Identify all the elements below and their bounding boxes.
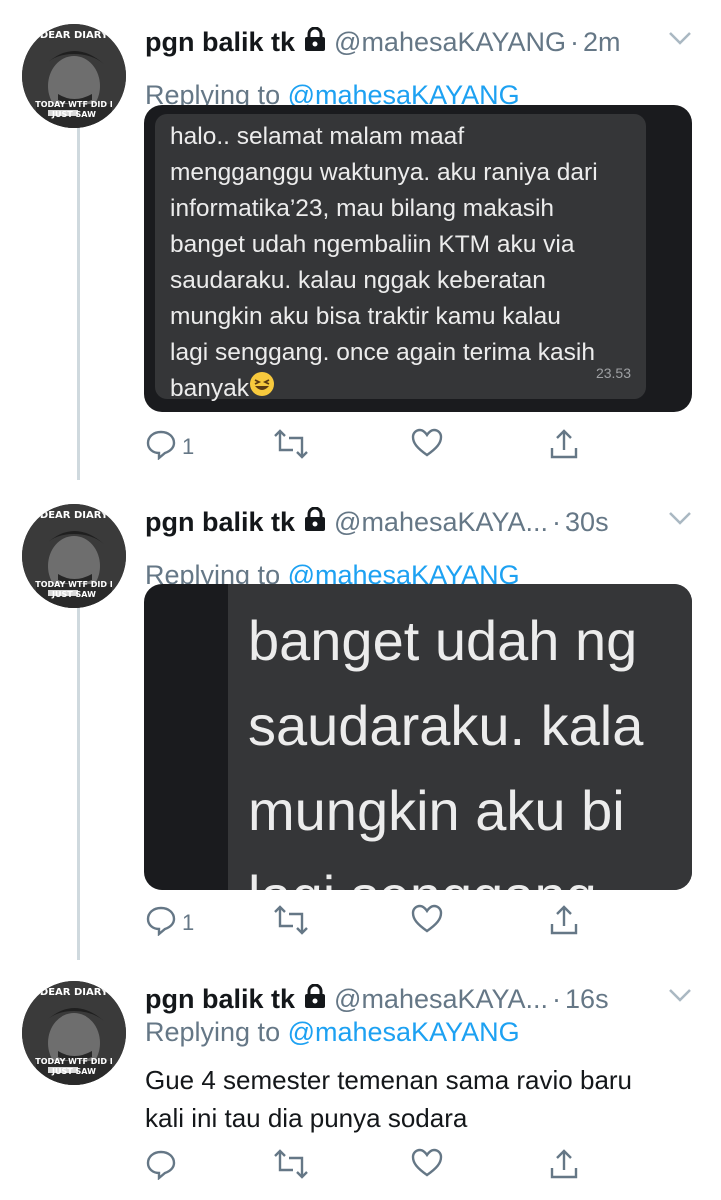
username[interactable]: @mahesaKAYA... (334, 984, 548, 1015)
heart-icon (411, 1148, 443, 1184)
tweet-actions: 1 (145, 904, 585, 940)
reply-count: 1 (182, 434, 195, 459)
tweet-header: pgn balik tk @mahesaKAYANG · 2m (145, 20, 621, 64)
display-name[interactable]: pgn balik tk (145, 984, 295, 1015)
avatar-caption-top: DEAR DIARY (39, 30, 109, 41)
mention-link[interactable]: @mahesaKAYANG (288, 1017, 520, 1047)
tweet[interactable]: DEAR DIARY TODAY WTF DID I JUST SAW pgn … (0, 20, 721, 480)
timestamp[interactable]: 30s (565, 507, 609, 538)
display-name[interactable]: pgn balik tk (145, 27, 295, 58)
chat-message-text: halo.. selamat malam maaf mengganggu wak… (170, 119, 640, 408)
tweet-text: Gue 4 semester temenan sama ravio baru k… (145, 1065, 633, 1133)
like-button[interactable] (411, 1148, 443, 1184)
separator-dot: · (552, 506, 562, 537)
retweet-button[interactable] (273, 904, 309, 942)
retweet-button[interactable] (273, 428, 309, 466)
share-icon (549, 904, 579, 942)
reply-icon (145, 904, 177, 942)
chat-bubble: halo.. selamat malam maaf mengganggu wak… (155, 114, 646, 402)
share-button[interactable] (549, 904, 579, 942)
chevron-down-icon[interactable] (667, 508, 693, 533)
username[interactable]: @mahesaKAYA... (334, 507, 548, 538)
avatar-caption-top: DEAR DIARY (39, 987, 109, 998)
grinning-squinting-face-emoji (249, 371, 275, 408)
heart-icon (411, 904, 443, 940)
avatar[interactable]: DEAR DIARY TODAY WTF DID I JUST SAW (22, 981, 126, 1085)
avatar-caption-bottom: TODAY WTF DID I JUST SAW (35, 580, 113, 599)
lock-icon (304, 983, 326, 1015)
tweet-actions (145, 1148, 585, 1184)
reply-button[interactable] (145, 1148, 182, 1186)
lock-icon (304, 506, 326, 538)
like-button[interactable] (411, 904, 443, 940)
chat-message-body: halo.. selamat malam maaf mengganggu wak… (170, 123, 598, 402)
chevron-down-icon[interactable] (667, 28, 693, 53)
separator-dot: · (570, 26, 580, 57)
separator-dot: · (552, 983, 562, 1014)
share-icon (549, 1148, 579, 1186)
retweet-icon (273, 428, 309, 466)
chat-timestamp: 23.53 (595, 365, 631, 381)
reply-button[interactable]: 1 (145, 904, 194, 942)
tweet-image[interactable]: banget udah ng saudaraku. kala mungkin a… (144, 584, 692, 890)
avatar-caption-top: DEAR DIARY (39, 510, 109, 521)
chevron-down-icon[interactable] (667, 985, 693, 1010)
timestamp[interactable]: 16s (565, 984, 609, 1015)
reply-count: 1 (182, 910, 195, 935)
avatar-caption-bottom: TODAY WTF DID I JUST SAW (35, 1057, 113, 1076)
lock-icon (304, 26, 326, 58)
retweet-button[interactable] (273, 1148, 309, 1186)
tweet[interactable]: DEAR DIARY TODAY WTF DID I JUST SAW pgn … (0, 977, 721, 1200)
reply-icon (145, 428, 177, 466)
tweet-header: pgn balik tk @mahesaKAYA... · 30s (145, 500, 609, 544)
timestamp[interactable]: 2m (583, 27, 621, 58)
tweet-actions: 1 (145, 428, 585, 464)
tweet-header: pgn balik tk @mahesaKAYA... · 16s (145, 977, 609, 1021)
reply-button[interactable]: 1 (145, 428, 194, 466)
username[interactable]: @mahesaKAYANG (334, 27, 566, 58)
share-icon (549, 428, 579, 466)
share-button[interactable] (549, 428, 579, 466)
avatar[interactable]: DEAR DIARY TODAY WTF DID I JUST SAW (22, 504, 126, 608)
replying-to-label: Replying to (145, 1017, 288, 1047)
avatar[interactable]: DEAR DIARY TODAY WTF DID I JUST SAW (22, 24, 126, 128)
share-button[interactable] (549, 1148, 579, 1186)
reply-icon (145, 1148, 177, 1186)
avatar-caption-bottom: TODAY WTF DID I JUST SAW (35, 100, 113, 119)
retweet-icon (273, 904, 309, 942)
tweet-image[interactable]: halo.. selamat malam maaf mengganggu wak… (144, 105, 692, 412)
display-name[interactable]: pgn balik tk (145, 507, 295, 538)
tweet[interactable]: DEAR DIARY TODAY WTF DID I JUST SAW pgn … (0, 500, 721, 960)
heart-icon (411, 428, 443, 464)
like-button[interactable] (411, 428, 443, 464)
zoomed-chat-text: banget udah ng saudaraku. kala mungkin a… (248, 609, 644, 890)
retweet-icon (273, 1148, 309, 1186)
replying-to: Replying to @mahesaKAYANG (145, 1017, 520, 1048)
